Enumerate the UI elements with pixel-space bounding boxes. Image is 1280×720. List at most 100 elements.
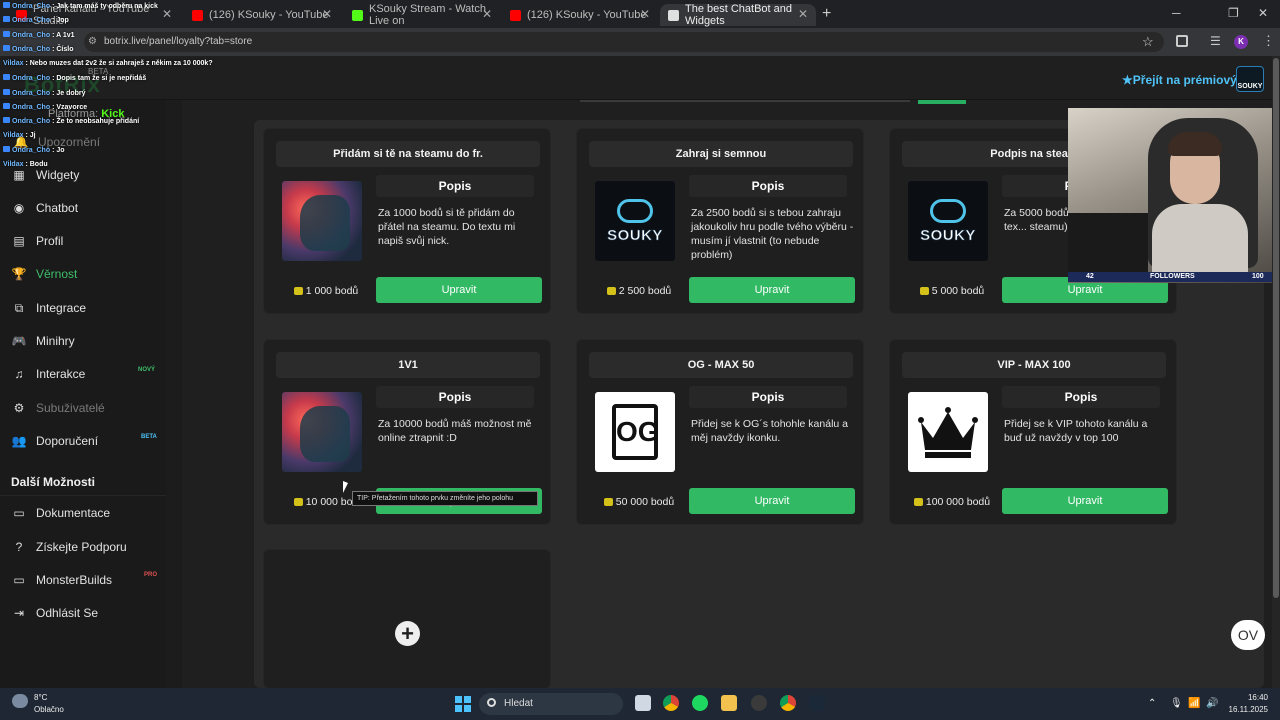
souky-logo-image: SOUKY bbox=[908, 181, 988, 261]
edit-button[interactable]: Upravit bbox=[689, 488, 855, 514]
tab-close-icon[interactable]: ✕ bbox=[322, 7, 332, 21]
sidebar-item-dokumentace[interactable]: ▭ Dokumentace bbox=[12, 503, 110, 523]
followers-label: FOLLOWERS bbox=[1150, 273, 1195, 280]
file-explorer-icon[interactable] bbox=[721, 695, 737, 711]
gear-icon: ⚙ bbox=[13, 401, 25, 415]
clock-date[interactable]: 16.11.2025 bbox=[1222, 705, 1268, 714]
chat-message: Vildax : Jj bbox=[3, 132, 36, 139]
chat-text: Je dobrý bbox=[56, 90, 86, 97]
sidebar-item-minihry[interactable]: 🎮 Minihry bbox=[12, 331, 75, 351]
maximize-icon[interactable]: ❐ bbox=[1228, 6, 1239, 20]
referral-icon: 👥 bbox=[11, 434, 27, 448]
platform-badge-icon bbox=[3, 45, 10, 51]
close-window-icon[interactable]: ✕ bbox=[1258, 6, 1268, 20]
chat-message: Ondra_Cho : A 1v1 bbox=[3, 31, 75, 41]
bookmark-star-icon[interactable]: ☆ bbox=[1142, 34, 1154, 50]
browser-menu-icon[interactable]: ⋮ bbox=[1262, 33, 1275, 49]
edit-button[interactable]: Upravit bbox=[1002, 488, 1168, 514]
add-item-card[interactable]: + bbox=[263, 549, 551, 689]
taskbar-search[interactable]: Hledat bbox=[479, 693, 623, 715]
souky-logo-text: SOUKY bbox=[607, 226, 663, 244]
spotify-icon[interactable] bbox=[692, 695, 708, 711]
coins-icon bbox=[913, 498, 923, 506]
sidebar-item-monsterbuilds[interactable]: ▭ MonsterBuilds bbox=[12, 570, 112, 590]
weather-temperature[interactable]: 8°C bbox=[34, 693, 47, 702]
tab-label: The best ChatBot and Widgets bbox=[685, 3, 793, 27]
sidebar-item-vernost[interactable]: 🏆 Věrnost bbox=[12, 264, 78, 284]
sidebar-item-subuzivatele[interactable]: ⚙ Subuživatelé bbox=[12, 398, 105, 418]
botrix-favicon-icon bbox=[668, 9, 679, 21]
store-item-cost: 2 500 bodů bbox=[589, 285, 689, 297]
premium-label: Přejít na prémiový bbox=[1132, 73, 1237, 87]
robot-icon: ◉ bbox=[13, 201, 25, 215]
chrome-profile-icon[interactable] bbox=[780, 695, 796, 711]
sidebar-item-doporuceni[interactable]: 👥 Doporučení bbox=[11, 431, 99, 451]
tab-close-icon[interactable]: ✕ bbox=[798, 7, 808, 21]
top-button-edge[interactable] bbox=[918, 100, 966, 104]
sidebar-item-odhlasit[interactable]: ⇥ Odhlásit Se bbox=[12, 603, 98, 623]
windows-start-icon[interactable] bbox=[455, 696, 471, 712]
tray-chevron-icon[interactable]: ⌃ bbox=[1148, 698, 1156, 709]
chat-message: Ondra_Cho : Dopis tam že si je nepřidáš bbox=[3, 74, 146, 84]
webcam-piano bbox=[1068, 213, 1148, 273]
obs-icon[interactable] bbox=[751, 695, 767, 711]
sidebar-item-label: MonsterBuilds bbox=[36, 573, 113, 587]
weather-description[interactable]: Oblačno bbox=[34, 705, 64, 714]
plus-icon[interactable]: + bbox=[395, 621, 420, 646]
chat-user: Vildax bbox=[3, 60, 24, 67]
new-badge: NOVÝ bbox=[138, 367, 156, 373]
wifi-icon[interactable]: 📶 bbox=[1188, 698, 1200, 709]
browser-tab-5-active[interactable]: The best ChatBot and Widgets ✕ bbox=[660, 3, 816, 27]
profile-avatar[interactable]: K bbox=[1234, 35, 1248, 49]
platform-badge-icon bbox=[3, 74, 10, 80]
task-view-icon[interactable] bbox=[635, 695, 651, 711]
volume-icon[interactable]: 🔊 bbox=[1206, 698, 1218, 709]
store-item-card[interactable]: Zahraj si semnou SOUKY Popis Za 2500 bod… bbox=[576, 128, 864, 314]
browser-tab-3[interactable]: KSouky Stream - Watch Live on ✕ bbox=[344, 3, 500, 27]
chat-message: Vildax : Nebo muzes dat 2v2 že si zahraj… bbox=[3, 60, 213, 67]
store-item-desc: Za 1000 bodů si tě přidám do přátel na s… bbox=[378, 207, 516, 247]
integration-icon: ⧉ bbox=[14, 300, 24, 315]
document-icon: ▭ bbox=[13, 506, 25, 520]
sidebar-item-label: Interakce bbox=[36, 367, 86, 381]
extensions-icon[interactable] bbox=[1176, 35, 1188, 47]
edit-button[interactable]: Upravit bbox=[376, 277, 542, 303]
tab-label: (126) KSouky - YouTube bbox=[527, 9, 647, 21]
minimize-icon[interactable]: ─ bbox=[1172, 6, 1181, 20]
scrollbar-thumb[interactable] bbox=[1273, 58, 1279, 598]
chat-text: Jo bbox=[56, 147, 65, 154]
chat-message: Ondra_Cho : Je dobrý bbox=[3, 89, 86, 99]
store-item-desc: Přidej se k OG´s tohohle kanálu a měj na… bbox=[691, 418, 848, 444]
edit-button[interactable]: Upravit bbox=[689, 277, 855, 303]
music-note-icon: ♫ bbox=[14, 367, 24, 381]
screen: Panel kanálu - YouTube Studio ✕ (126) KS… bbox=[0, 0, 1280, 720]
sidebar-item-interakce[interactable]: ♫ Interakce bbox=[12, 364, 86, 384]
sidebar-item-label: Dokumentace bbox=[36, 506, 111, 520]
store-item-card[interactable]: VIP - MAX 100 Popis Přidej se k VIP toho… bbox=[889, 339, 1177, 525]
chat-text: Vzavorce bbox=[56, 104, 88, 111]
browser-tab-4[interactable]: (126) KSouky - YouTube ✕ bbox=[502, 4, 658, 26]
overlay-widget-bubble[interactable]: OV bbox=[1231, 620, 1265, 650]
microphone-icon[interactable]: 🎙 bbox=[1170, 698, 1183, 709]
webcam-person-body bbox=[1152, 204, 1248, 274]
sidebar-item-profil[interactable]: ▤ Profil bbox=[12, 231, 63, 251]
sidebar-item-chatbot[interactable]: ◉ Chatbot bbox=[12, 198, 78, 218]
store-item-card[interactable]: Přidám si tě na steamu do fr. Popis Za 1… bbox=[263, 128, 551, 314]
reading-list-icon[interactable]: ☰ bbox=[1210, 34, 1221, 48]
tab-close-icon[interactable]: ✕ bbox=[482, 7, 492, 21]
sidebar bbox=[0, 100, 166, 688]
sidebar-item-podpora[interactable]: ? Získejte Podporu bbox=[12, 537, 127, 557]
chrome-icon[interactable] bbox=[663, 695, 679, 711]
premium-link[interactable]: ★Přejít na prémiový bbox=[1122, 73, 1237, 87]
sidebar-item-integrace[interactable]: ⧉ Integrace bbox=[12, 298, 86, 318]
coins-icon bbox=[919, 287, 929, 295]
steam-icon[interactable] bbox=[809, 695, 825, 711]
channel-avatar[interactable]: SOUKY bbox=[1236, 66, 1264, 92]
chat-message: Ondra_Cho : Že to neobsahuje přidání bbox=[3, 117, 139, 127]
tab-close-icon[interactable]: ✕ bbox=[640, 7, 650, 21]
new-tab-plus-icon[interactable]: + bbox=[822, 5, 831, 23]
chat-user: Ondra_Cho bbox=[12, 17, 51, 24]
clock-time[interactable]: 16:40 bbox=[1222, 693, 1268, 702]
store-item-card[interactable]: OG - MAX 50 OG Popis Přidej se k OG´s to… bbox=[576, 339, 864, 525]
weather-cloud-icon[interactable] bbox=[12, 694, 28, 708]
